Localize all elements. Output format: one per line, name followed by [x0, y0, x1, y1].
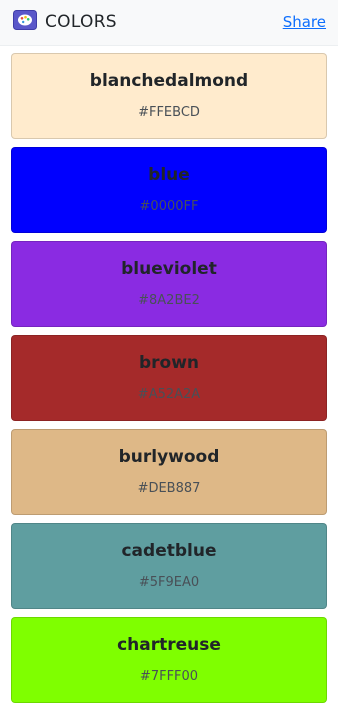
color-card-blanchedalmond[interactable]: blanchedalmond #FFEBCD: [11, 53, 327, 139]
color-hex: #8A2BE2: [138, 293, 200, 308]
color-card-blueviolet[interactable]: blueviolet #8A2BE2: [11, 241, 327, 327]
share-link[interactable]: Share: [283, 13, 326, 31]
color-hex: #FFEBCD: [138, 105, 200, 120]
color-card-brown[interactable]: brown #A52A2A: [11, 335, 327, 421]
color-name: cadetblue: [121, 541, 217, 561]
color-card-cadetblue[interactable]: cadetblue #5F9EA0: [11, 523, 327, 609]
app-header: COLORS Share: [0, 0, 338, 46]
color-hex: #DEB887: [137, 481, 201, 496]
color-hex: #0000FF: [139, 199, 199, 214]
palette-icon: [13, 10, 37, 30]
color-name: brown: [138, 353, 200, 373]
color-card-chartreuse[interactable]: chartreuse #7FFF00: [11, 617, 327, 703]
color-list: blanchedalmond #FFEBCD blue #0000FF blueviol…: [11, 53, 327, 711]
color-name: chartreuse: [117, 635, 221, 655]
color-name: blanchedalmond: [89, 71, 249, 91]
color-name: burlywood: [118, 447, 220, 467]
color-card-burlywood[interactable]: burlywood #DEB887: [11, 429, 327, 515]
app-title: COLORS: [45, 12, 117, 32]
color-name: blueviolet: [121, 259, 217, 279]
color-hex: #5F9EA0: [138, 575, 200, 590]
color-hex: #A52A2A: [137, 387, 201, 402]
color-card-blue[interactable]: blue #0000FF: [11, 147, 327, 233]
color-hex: #7FFF00: [139, 669, 199, 684]
color-name: blue: [148, 165, 190, 185]
